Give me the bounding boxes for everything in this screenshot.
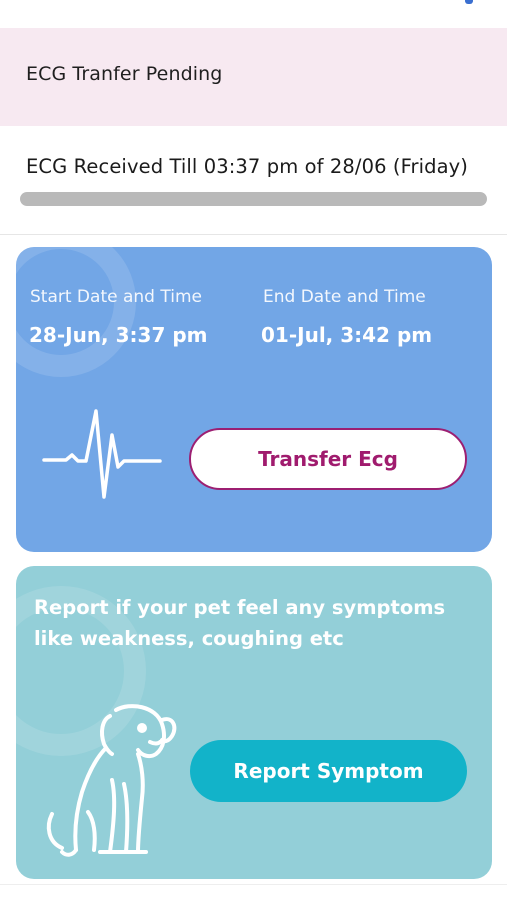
section-divider [0, 234, 507, 235]
dog-icon [46, 704, 177, 857]
end-date-label: End Date and Time [263, 287, 426, 307]
symptom-prompt-text: Report if your pet feel any symptoms lik… [34, 596, 446, 650]
ecg-progress-bar [20, 192, 487, 206]
pending-status-text: ECG Tranfer Pending [26, 63, 223, 85]
decorative-ring [16, 247, 136, 377]
ecg-progress-fill [20, 192, 487, 206]
report-symptom-card: Report if your pet feel any symptoms lik… [16, 566, 492, 879]
top-strip [0, 0, 507, 28]
transfer-ecg-button[interactable]: Transfer Ecg [189, 428, 467, 490]
start-date-value: 28-Jun, 3:37 pm [29, 323, 208, 347]
ecg-wave-icon [42, 409, 162, 499]
start-date-label: Start Date and Time [30, 287, 202, 307]
received-status-text: ECG Received Till 03:37 pm of 28/06 (Fri… [26, 155, 468, 178]
header-icon-fragment[interactable] [465, 0, 473, 4]
bottom-divider [0, 884, 507, 885]
report-symptom-button[interactable]: Report Symptom [190, 740, 467, 802]
ecg-transfer-card: Start Date and Time 28-Jun, 3:37 pm End … [16, 247, 492, 552]
end-date-value: 01-Jul, 3:42 pm [261, 323, 433, 347]
